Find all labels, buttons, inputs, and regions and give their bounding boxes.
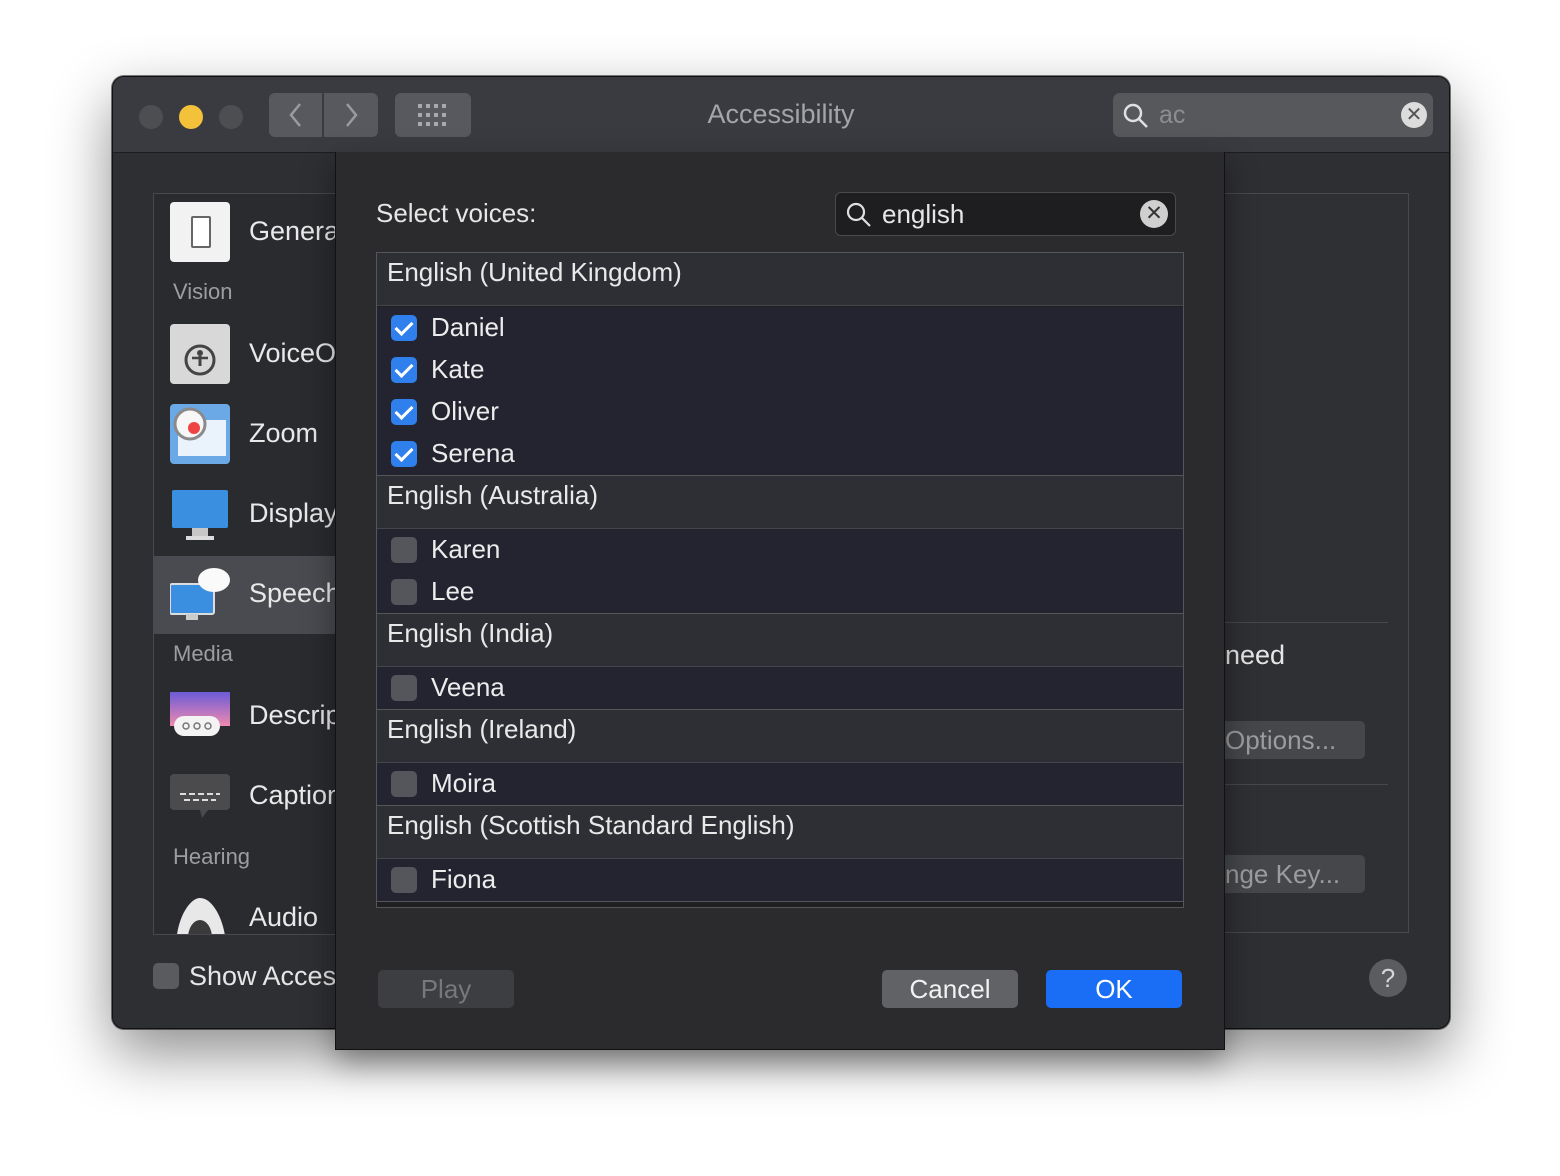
voice-row-oliver[interactable]: Oliver xyxy=(377,391,1183,433)
voice-row-moira[interactable]: Moira xyxy=(377,763,1183,805)
divider xyxy=(1213,784,1388,785)
sidebar-item-label: Speech xyxy=(249,578,341,608)
descriptions-icon xyxy=(170,686,230,746)
section-media: Media xyxy=(173,641,233,666)
voice-row-fiona[interactable]: Fiona xyxy=(377,859,1183,901)
sidebar-item-label: General xyxy=(249,216,346,246)
checkbox-checked[interactable] xyxy=(391,441,417,467)
checkbox-checked[interactable] xyxy=(391,315,417,341)
switch-icon xyxy=(170,202,230,262)
divider xyxy=(377,901,1183,902)
group-header: English (India) xyxy=(377,614,1183,667)
checkbox-checked[interactable] xyxy=(391,399,417,425)
voice-row-veena[interactable]: Veena xyxy=(377,667,1183,709)
checkbox[interactable] xyxy=(153,963,179,989)
voices-search-field[interactable]: english ✕ xyxy=(835,192,1176,236)
voices-search-value: english xyxy=(882,199,965,229)
detail-text: need xyxy=(1225,640,1286,670)
divider xyxy=(1213,622,1388,623)
voiceover-icon xyxy=(170,324,230,384)
search-value: ac xyxy=(1159,101,1186,129)
cancel-button[interactable]: Cancel xyxy=(882,970,1018,1008)
voices-list[interactable]: English (United Kingdom) Daniel Kate Oli… xyxy=(376,252,1184,908)
voice-row-serena[interactable]: Serena xyxy=(377,433,1183,475)
section-hearing: Hearing xyxy=(173,844,251,869)
sidebar-item-label: Zoom xyxy=(249,418,319,448)
checkbox[interactable] xyxy=(391,675,417,701)
group-header: English (United Kingdom) xyxy=(377,253,1183,306)
voice-row-daniel[interactable]: Daniel xyxy=(377,307,1183,349)
titlebar: Accessibility ac ✕ xyxy=(113,77,1449,153)
checkbox-checked[interactable] xyxy=(391,357,417,383)
section-vision: Vision xyxy=(173,279,233,304)
sidebar-item-label: Display xyxy=(249,498,338,528)
preferences-search-field[interactable]: ac ✕ xyxy=(1113,93,1433,137)
search-icon xyxy=(846,202,871,227)
clear-search-icon[interactable]: ✕ xyxy=(1140,200,1168,228)
speech-icon xyxy=(169,564,230,624)
group-header: English (Australia) xyxy=(377,476,1183,529)
sidebar-item-label: Audio xyxy=(249,902,319,932)
clear-search-icon[interactable]: ✕ xyxy=(1401,102,1427,128)
sheet-title: Select voices: xyxy=(376,198,537,228)
zoom-icon xyxy=(170,404,230,464)
group-header: English (Ireland) xyxy=(377,710,1183,763)
captions-icon xyxy=(170,766,230,826)
ok-button[interactable]: OK xyxy=(1046,970,1182,1008)
voice-row-kate[interactable]: Kate xyxy=(377,349,1183,391)
voice-row-karen[interactable]: Karen xyxy=(377,529,1183,571)
group-header: English (Scottish Standard English) xyxy=(377,806,1183,859)
search-icon xyxy=(1123,103,1148,128)
checkbox[interactable] xyxy=(391,537,417,563)
detail-panel: need Options... nge Key... xyxy=(1213,193,1409,933)
checkbox[interactable] xyxy=(391,867,417,893)
help-button[interactable]: ? xyxy=(1369,959,1407,997)
play-button[interactable]: Play xyxy=(378,970,514,1008)
options-button[interactable]: Options... xyxy=(1213,721,1365,759)
change-key-button[interactable]: nge Key... xyxy=(1213,855,1365,893)
voice-row-lee[interactable]: Lee xyxy=(377,571,1183,613)
monitor-icon xyxy=(170,484,230,544)
checkbox[interactable] xyxy=(391,579,417,605)
speaker-icon xyxy=(170,888,230,934)
checkbox[interactable] xyxy=(391,771,417,797)
select-voices-sheet: Select voices: english ✕ English (United… xyxy=(335,152,1225,1050)
